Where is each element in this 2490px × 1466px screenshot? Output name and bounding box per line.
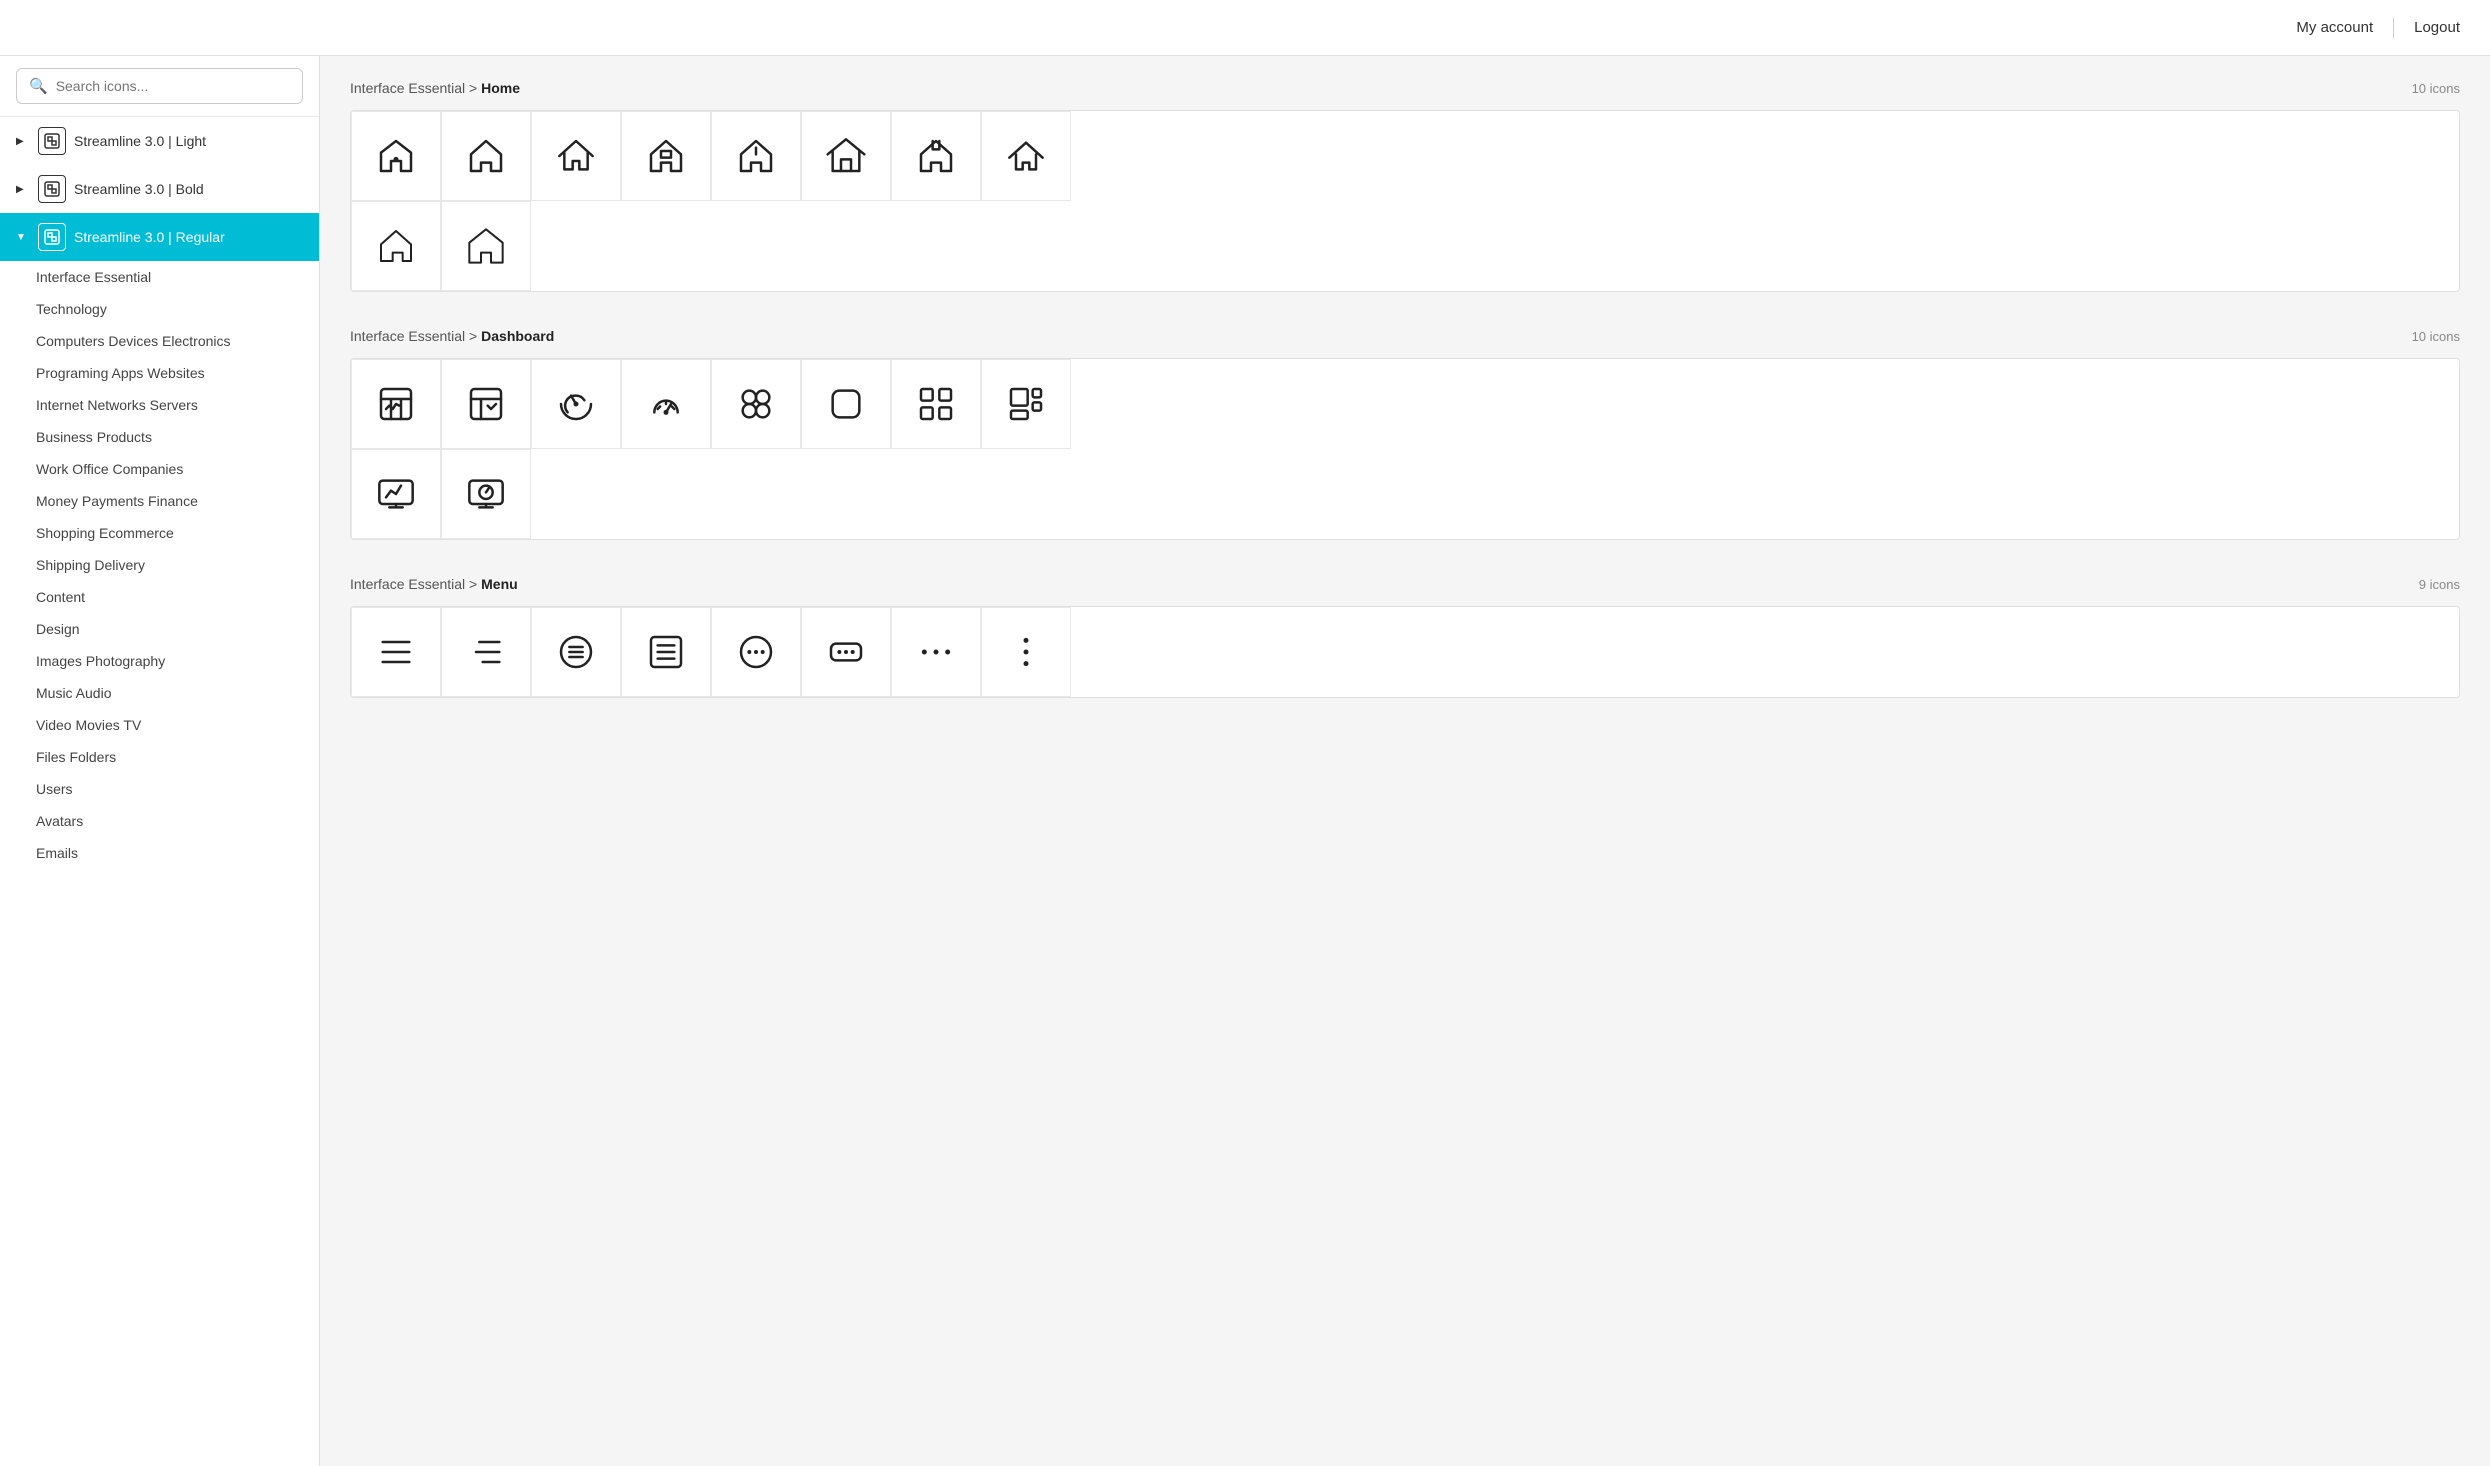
icon-home-4[interactable] <box>621 111 711 201</box>
pack-icon-bold <box>38 175 66 203</box>
section-menu-breadcrumb: Interface Essential > Menu <box>350 576 518 592</box>
sidebar-sub-video[interactable]: Video Movies TV <box>0 709 319 741</box>
icon-dashboard-2[interactable] <box>441 359 531 449</box>
pack-icon-regular <box>38 223 66 251</box>
section-dashboard-count: 10 icons <box>2412 329 2460 344</box>
icon-home-9[interactable] <box>351 201 441 291</box>
sidebar-sub-work[interactable]: Work Office Companies <box>0 453 319 485</box>
sidebar-sub-internet[interactable]: Internet Networks Servers <box>0 389 319 421</box>
icon-dashboard-1[interactable] <box>351 359 441 449</box>
sidebar-sub-content[interactable]: Content <box>0 581 319 613</box>
search-box: 🔍 <box>16 68 303 104</box>
section-home-title: Home <box>481 80 520 96</box>
section-home-breadcrumb: Interface Essential > Home <box>350 80 520 96</box>
main-layout: 🔍 ▶ Streamline 3.0 | Light ▶ <box>0 56 2490 1466</box>
sidebar-sub-business[interactable]: Business Products <box>0 421 319 453</box>
sidebar-sub-shopping[interactable]: Shopping Ecommerce <box>0 517 319 549</box>
icon-dashboard-9[interactable] <box>351 449 441 539</box>
icon-home-7[interactable] <box>891 111 981 201</box>
icons-grid-home <box>350 110 2460 292</box>
expand-icon-bold: ▶ <box>16 184 30 195</box>
pack-icon-light <box>38 127 66 155</box>
icon-menu-8[interactable] <box>981 607 1071 697</box>
sidebar-sub-shipping[interactable]: Shipping Delivery <box>0 549 319 581</box>
icon-menu-4[interactable] <box>621 607 711 697</box>
content-area: Interface Essential > Home 10 icons <box>320 56 2490 1466</box>
sidebar-sub-files[interactable]: Files Folders <box>0 741 319 773</box>
icon-menu-7[interactable] <box>891 607 981 697</box>
search-container: 🔍 <box>0 56 319 117</box>
icons-grid-dashboard <box>350 358 2460 540</box>
sidebar-item-label-bold: Streamline 3.0 | Bold <box>74 181 204 197</box>
sidebar-sub-users[interactable]: Users <box>0 773 319 805</box>
section-menu-count: 9 icons <box>2419 577 2460 592</box>
icon-dashboard-4[interactable] <box>621 359 711 449</box>
icon-menu-2[interactable] <box>441 607 531 697</box>
sidebar-sub-programming[interactable]: Programing Apps Websites <box>0 357 319 389</box>
sidebar: 🔍 ▶ Streamline 3.0 | Light ▶ <box>0 56 320 1466</box>
icon-home-5[interactable] <box>711 111 801 201</box>
sidebar-sub-emails[interactable]: Emails <box>0 837 319 869</box>
expand-icon: ▶ <box>16 136 30 147</box>
sidebar-sub-interface-essential[interactable]: Interface Essential <box>0 261 319 293</box>
section-home-count: 10 icons <box>2412 81 2460 96</box>
icons-grid-menu <box>350 606 2460 698</box>
sidebar-item-streamline-light[interactable]: ▶ Streamline 3.0 | Light <box>0 117 319 165</box>
icon-home-2[interactable] <box>441 111 531 201</box>
header-divider <box>2393 18 2394 38</box>
sidebar-sub-music[interactable]: Music Audio <box>0 677 319 709</box>
my-account-link[interactable]: My account <box>2296 19 2373 36</box>
sidebar-sub-technology[interactable]: Technology <box>0 293 319 325</box>
icon-dashboard-8[interactable] <box>981 359 1071 449</box>
section-home: Interface Essential > Home 10 icons <box>350 80 2460 292</box>
sidebar-sub-computers[interactable]: Computers Devices Electronics <box>0 325 319 357</box>
section-dashboard-header: Interface Essential > Dashboard 10 icons <box>350 328 2460 344</box>
sidebar-item-streamline-bold[interactable]: ▶ Streamline 3.0 | Bold <box>0 165 319 213</box>
icon-dashboard-6[interactable] <box>801 359 891 449</box>
search-icon: 🔍 <box>29 77 48 95</box>
icon-menu-5[interactable] <box>711 607 801 697</box>
icon-home-1[interactable] <box>351 111 441 201</box>
sidebar-item-streamline-regular[interactable]: ▼ Streamline 3.0 | Regular <box>0 213 319 261</box>
icon-home-3[interactable] <box>531 111 621 201</box>
sidebar-sub-money[interactable]: Money Payments Finance <box>0 485 319 517</box>
icon-dashboard-5[interactable] <box>711 359 801 449</box>
icon-home-6[interactable] <box>801 111 891 201</box>
section-dashboard-title: Dashboard <box>481 328 554 344</box>
icon-home-10[interactable] <box>441 201 531 291</box>
icon-menu-6[interactable] <box>801 607 891 697</box>
header: My account Logout <box>0 0 2490 56</box>
icon-menu-3[interactable] <box>531 607 621 697</box>
sidebar-item-label-regular: Streamline 3.0 | Regular <box>74 229 225 245</box>
icon-dashboard-10[interactable] <box>441 449 531 539</box>
expand-icon-regular: ▼ <box>16 232 30 243</box>
sidebar-sub-design[interactable]: Design <box>0 613 319 645</box>
icon-home-8[interactable] <box>981 111 1071 201</box>
section-menu-header: Interface Essential > Menu 9 icons <box>350 576 2460 592</box>
section-menu: Interface Essential > Menu 9 icons <box>350 576 2460 698</box>
section-dashboard: Interface Essential > Dashboard 10 icons <box>350 328 2460 540</box>
sidebar-sub-avatars[interactable]: Avatars <box>0 805 319 837</box>
icon-dashboard-3[interactable] <box>531 359 621 449</box>
logout-link[interactable]: Logout <box>2414 19 2460 36</box>
section-home-header: Interface Essential > Home 10 icons <box>350 80 2460 96</box>
sidebar-item-label-light: Streamline 3.0 | Light <box>74 133 206 149</box>
icon-menu-1[interactable] <box>351 607 441 697</box>
sidebar-sub-images[interactable]: Images Photography <box>0 645 319 677</box>
section-menu-title: Menu <box>481 576 518 592</box>
header-nav: My account Logout <box>2296 18 2460 38</box>
icon-dashboard-7[interactable] <box>891 359 981 449</box>
section-dashboard-breadcrumb: Interface Essential > Dashboard <box>350 328 554 344</box>
search-input[interactable] <box>56 78 290 94</box>
